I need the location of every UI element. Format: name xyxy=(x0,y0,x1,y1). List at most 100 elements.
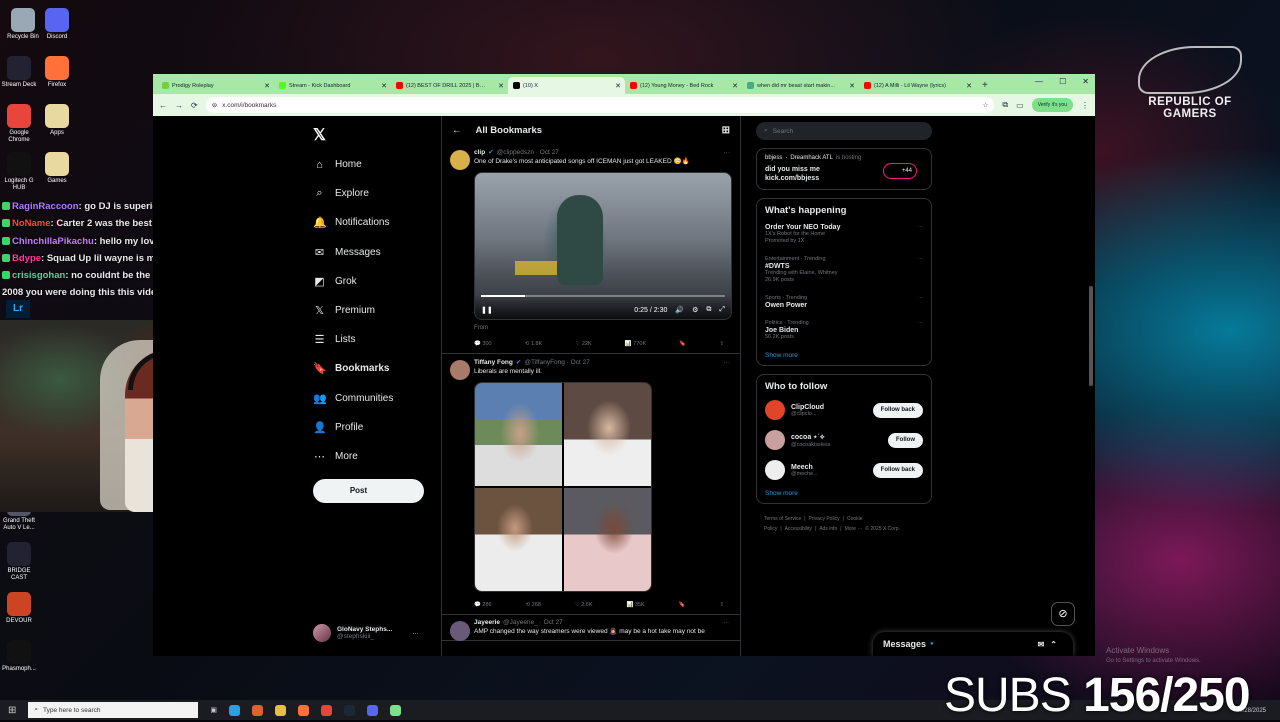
trend-item[interactable]: Politics · TrendingJoe Biden56.2K posts·… xyxy=(765,320,923,341)
scrollbar[interactable] xyxy=(1089,286,1093,386)
menu-icon[interactable]: ⋮ xyxy=(1081,101,1089,110)
follow-button[interactable]: Follow back xyxy=(873,463,923,478)
firefox-icon[interactable] xyxy=(298,705,309,716)
live-user[interactable]: bbjess xyxy=(765,155,782,161)
chat-username[interactable]: Bdype xyxy=(12,253,41,264)
tab-close-icon[interactable]: ✕ xyxy=(381,82,387,90)
desktop-icon[interactable]: Phasmoph... xyxy=(0,640,38,673)
post-button[interactable]: Post xyxy=(313,479,424,503)
back-arrow-icon[interactable]: ← xyxy=(452,125,462,136)
minimize-button[interactable]: — xyxy=(1035,77,1043,86)
tweet[interactable]: clip✔@clippedszn · Oct 27··· One of Drak… xyxy=(442,144,740,354)
nav-item-explore[interactable]: ⌕Explore xyxy=(313,179,393,208)
chrome-icon[interactable] xyxy=(321,705,332,716)
browser-tab[interactable]: when did mr beast start makin...✕ xyxy=(742,77,859,94)
footer-link[interactable]: More ··· xyxy=(845,526,863,532)
avatar[interactable] xyxy=(765,460,785,480)
nav-item-lists[interactable]: ☰Lists xyxy=(313,325,393,354)
repost-button[interactable]: ⟲ 1.8K xyxy=(525,341,542,347)
app-icon[interactable] xyxy=(229,705,240,716)
follow-suggestion[interactable]: Meech@meche...Follow back xyxy=(765,460,923,480)
tab-close-icon[interactable]: ✕ xyxy=(732,82,738,90)
desktop-icon[interactable]: Logitech G HUB xyxy=(0,152,38,192)
desktop-icon[interactable]: Apps xyxy=(38,104,76,137)
repost-button[interactable]: ⟲ 268 xyxy=(526,602,541,608)
video-player[interactable]: ❚❚ 0:25 / 2:30 🔊 ⚙ ⧉ ⤢ xyxy=(474,172,732,320)
verify-button[interactable]: Verify it's you xyxy=(1032,98,1073,112)
url-text[interactable]: x.com/i/bookmarks xyxy=(222,102,276,109)
tweet-image[interactable] xyxy=(564,383,651,486)
site-info-icon[interactable]: ⊜ xyxy=(212,101,217,109)
more-icon[interactable]: ··· xyxy=(412,630,419,637)
bookmark-icon[interactable]: 🔖 xyxy=(679,341,686,347)
tab-close-icon[interactable]: ✕ xyxy=(498,82,504,90)
tab-close-icon[interactable]: ✕ xyxy=(966,82,972,90)
sidepanel-icon[interactable]: ▭ xyxy=(1016,101,1024,110)
live-card[interactable]: bbjess·Dreamhack ATLis hosting did you m… xyxy=(756,148,932,190)
chat-username[interactable]: NoName xyxy=(12,218,51,229)
more-icon[interactable]: ··· xyxy=(918,224,924,231)
reply-button[interactable]: 💬 300 xyxy=(474,341,492,347)
chat-username[interactable]: RaginRaccoon xyxy=(12,201,79,212)
follow-button[interactable]: Follow back xyxy=(873,403,923,418)
follow-button[interactable]: Follow xyxy=(888,433,923,448)
browser-tab[interactable]: (12) Young Money - Bed Rock✕ xyxy=(625,77,742,94)
tweet-image[interactable] xyxy=(564,488,651,591)
like-button[interactable]: ♡ 22K xyxy=(575,341,591,347)
avatar[interactable] xyxy=(450,360,470,380)
discord-icon[interactable] xyxy=(367,705,378,716)
browser-tab[interactable]: (12) A Milli - Lil Wayne (lyrics)✕ xyxy=(859,77,976,94)
chat-username[interactable]: ChinchillaPikachu xyxy=(12,236,94,247)
desktop-icon[interactable]: DEVOUR xyxy=(0,592,38,625)
grok-float-icon[interactable]: ⊘ xyxy=(1051,602,1075,626)
steam-icon[interactable] xyxy=(344,705,355,716)
nav-item-bookmarks[interactable]: 🔖Bookmarks xyxy=(313,354,393,383)
more-icon[interactable]: ··· xyxy=(724,149,731,156)
views-button[interactable]: 📊 35K xyxy=(626,602,644,608)
tweet-author[interactable]: Jayeerie xyxy=(474,619,500,626)
browser-tab[interactable]: (12) BEST OF DRILL 2025 | BE...✕ xyxy=(391,77,508,94)
nav-item-grok[interactable]: ◩Grok xyxy=(313,267,393,296)
close-window-button[interactable]: ✕ xyxy=(1082,77,1089,86)
messages-drawer[interactable]: Messages ● ✉︎⌃ xyxy=(873,632,1073,656)
maximize-button[interactable]: ☐ xyxy=(1059,77,1066,86)
reply-button[interactable]: 💬 286 xyxy=(474,602,492,608)
volume-icon[interactable]: 🔊 xyxy=(675,306,684,314)
tab-close-icon[interactable]: ✕ xyxy=(849,82,855,90)
star-icon[interactable]: ☆ xyxy=(983,101,989,109)
footer-link[interactable]: © 2025 X Corp. xyxy=(865,526,900,532)
nav-item-profile[interactable]: 👤Profile xyxy=(313,413,393,442)
more-icon[interactable]: ··· xyxy=(918,320,924,327)
footer-link[interactable]: Ads info xyxy=(819,526,837,532)
nav-item-premium[interactable]: 𝕏Premium xyxy=(313,296,393,325)
tweet-image[interactable] xyxy=(475,383,562,486)
tweet-image[interactable] xyxy=(475,488,562,591)
desktop-icon[interactable]: Games xyxy=(38,152,76,185)
more-icon[interactable]: ··· xyxy=(918,295,924,302)
tab-close-icon[interactable]: ✕ xyxy=(615,82,621,90)
tab-close-icon[interactable]: ✕ xyxy=(264,82,270,90)
browser-tab[interactable]: Stream - Kick Dashboard✕ xyxy=(274,77,391,94)
settings-icon[interactable]: ⚙ xyxy=(692,306,698,314)
add-folder-icon[interactable]: ⊞ xyxy=(722,125,730,136)
task-view-icon[interactable]: ▣ xyxy=(210,706,217,714)
trend-item[interactable]: Sports · TrendingOwen Power··· xyxy=(765,295,923,309)
show-more-link[interactable]: Show more xyxy=(765,490,923,497)
live-count-pill[interactable]: +44 xyxy=(883,163,917,179)
video-progress[interactable] xyxy=(481,295,725,297)
desktop-icon[interactable]: Recycle Bin xyxy=(4,8,42,41)
nav-item-home[interactable]: ⌂Home xyxy=(313,150,393,179)
share-icon[interactable]: ⇪ xyxy=(719,341,724,347)
desktop-icon[interactable]: Google Chrome xyxy=(0,104,38,144)
browser-tab[interactable]: Prodigy Roleplay✕ xyxy=(157,77,274,94)
footer-link[interactable]: Accessibility xyxy=(785,526,812,532)
app-icon[interactable] xyxy=(252,705,263,716)
forward-icon[interactable]: → xyxy=(175,101,183,110)
avatar[interactable] xyxy=(450,621,470,641)
drawer-controls-icon[interactable]: ✉︎⌃ xyxy=(1038,640,1063,649)
video-source[interactable]: From xyxy=(474,325,730,331)
tweet[interactable]: Tiffany Fong✔@TiffanyFong · Oct 27··· Li… xyxy=(442,354,740,615)
search-box[interactable]: ⌕ Search xyxy=(756,122,932,140)
fullscreen-icon[interactable]: ⤢ xyxy=(719,306,725,314)
pause-icon[interactable]: ❚❚ xyxy=(481,306,493,314)
